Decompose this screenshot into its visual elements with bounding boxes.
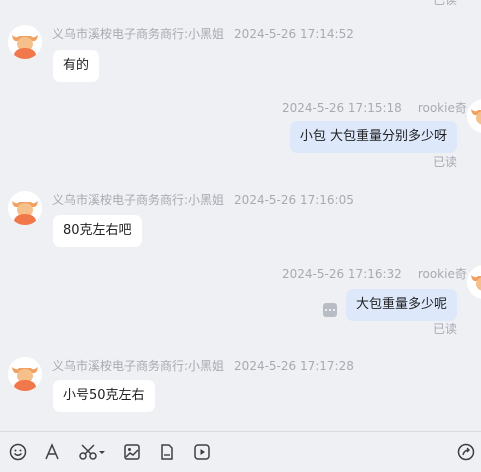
image-icon[interactable] [121, 441, 143, 463]
read-status: 已读 [433, 322, 458, 336]
font-icon[interactable] [41, 441, 63, 463]
message-time: 2024-5-26 17:15:18 [282, 101, 402, 115]
sender-name: 义乌市溪桉电子商务商行:小黑姐 [52, 359, 225, 373]
avatar[interactable] [467, 265, 481, 299]
read-status: 已读 [433, 0, 458, 7]
message-meta: 义乌市溪桉电子商务商行:小黑姐 2024-5-26 17:16:05 [52, 191, 354, 208]
seller-avatar-icon [8, 357, 42, 391]
message-meta: 义乌市溪桉电子商务商行:小黑姐 2024-5-26 17:14:52 [52, 25, 354, 42]
avatar[interactable] [8, 25, 42, 59]
message-bubble[interactable]: 大包重量多少呢 [345, 289, 457, 321]
message-meta: 义乌市溪桉电子商务商行:小黑姐 2024-5-26 17:17:28 [52, 357, 354, 374]
message-time: 2024-5-26 17:14:52 [234, 27, 354, 41]
sender-name: 义乌市溪桉电子商务商行:小黑姐 [52, 193, 225, 207]
input-toolbar [0, 431, 481, 472]
sender-name: 义乌市溪桉电子商务商行:小黑姐 [52, 27, 225, 41]
share-icon[interactable] [455, 441, 477, 463]
avatar[interactable] [467, 99, 481, 133]
message-time: 2024-5-26 17:16:32 [282, 267, 402, 281]
sender-name: rookie奇 [417, 267, 467, 281]
message-meta: 2024-5-26 17:15:18 rookie奇 [282, 99, 467, 116]
more-options-icon[interactable] [323, 303, 337, 317]
sender-name: rookie奇 [417, 101, 467, 115]
avatar[interactable] [8, 191, 42, 225]
message-bubble[interactable]: 小包 大包重量分别多少呀 [289, 121, 457, 153]
message-bubble[interactable]: 有的 [53, 50, 100, 82]
message-time: 2024-5-26 17:16:05 [234, 193, 354, 207]
avatar[interactable] [8, 357, 42, 391]
message-bubble[interactable]: 80克左右吧 [53, 215, 142, 247]
chat-history[interactable]: 已读 义乌市溪桉电子商务商行:小黑姐 2024-5-26 17:14:52 有的 … [0, 0, 481, 430]
file-icon[interactable] [156, 441, 178, 463]
read-status: 已读 [433, 155, 458, 169]
message-time: 2024-5-26 17:17:28 [234, 359, 354, 373]
message-meta: 2024-5-26 17:16:32 rookie奇 [282, 265, 467, 282]
emoji-icon[interactable] [7, 441, 29, 463]
user-avatar-icon [467, 99, 481, 133]
message-bubble[interactable]: 小号50克左右 [53, 380, 155, 412]
video-icon[interactable] [191, 441, 213, 463]
scissors-icon[interactable] [78, 441, 108, 463]
seller-avatar-icon [8, 191, 42, 225]
user-avatar-icon [467, 265, 481, 299]
seller-avatar-icon [8, 25, 42, 59]
